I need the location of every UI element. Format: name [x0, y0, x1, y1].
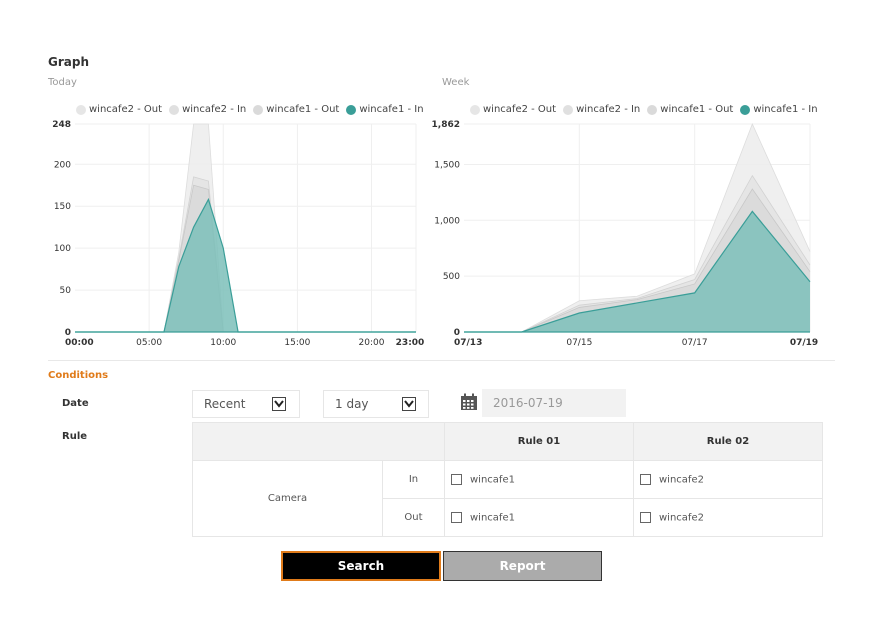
x-tick-label: 07/15: [566, 338, 592, 348]
checkbox-label: wincafe1: [470, 512, 515, 524]
camera-label: Camera: [192, 460, 383, 537]
table-row: Camera In wincafe1 wincafe2: [192, 460, 823, 537]
legend-item-wincafe2-in[interactable]: wincafe2 - In: [563, 104, 640, 115]
legend-label: wincafe2 - Out: [483, 104, 557, 115]
range-select-value: 1 day: [335, 397, 369, 411]
rule01-in-cell[interactable]: wincafe1: [444, 460, 634, 499]
today-chart-label: Today: [48, 77, 77, 88]
today-legend: wincafe2 - Out wincafe2 - In wincafe1 - …: [76, 104, 424, 115]
series-area-wincafe1-in: [75, 199, 416, 332]
y-tick-label: 200: [54, 160, 71, 170]
graph-section-title: Graph: [48, 55, 89, 69]
legend-item-wincafe2-in[interactable]: wincafe2 - In: [169, 104, 246, 115]
y-tick-label: 0: [454, 328, 460, 338]
week-legend: wincafe2 - Out wincafe2 - In wincafe1 - …: [470, 104, 818, 115]
y-tick-label: 150: [54, 202, 71, 212]
rule01-out-checkbox[interactable]: [451, 511, 462, 523]
date-label: Date: [62, 398, 89, 409]
week-chart-label: Week: [442, 77, 470, 88]
series-line: [75, 197, 416, 333]
series-area-wincafe2-out: [75, 124, 416, 332]
legend-swatch: [740, 104, 751, 115]
legend-label: wincafe1 - In: [359, 104, 424, 115]
direction-out-label: Out: [382, 498, 445, 537]
table-header-empty: [192, 422, 445, 461]
legend-item-wincafe1-in[interactable]: wincafe1 - In: [346, 104, 424, 115]
range-select[interactable]: 1 day: [323, 390, 429, 418]
rule-label: Rule: [62, 431, 88, 442]
conditions-title: Conditions: [48, 370, 109, 381]
rule-01-header: Rule 01: [444, 422, 634, 461]
y-tick-label: 0: [65, 328, 71, 338]
today-area-chart: 0 50 100 150 200 248 00:00 05:00 10:00 15:00 20:00…: [52, 120, 425, 348]
legend-swatch: [169, 104, 180, 115]
x-tick-label: 10:00: [210, 338, 236, 348]
series-line: [75, 184, 416, 333]
rule02-in-cell[interactable]: wincafe2: [633, 460, 823, 499]
x-tick-label: 15:00: [284, 338, 310, 348]
y-tick-label: 50: [60, 286, 72, 296]
y-tick-label: 248: [52, 120, 71, 130]
period-select[interactable]: Recent: [192, 390, 300, 418]
series-area-wincafe2-in: [75, 176, 416, 332]
legend-swatch: [76, 104, 86, 115]
checkbox-label: wincafe2: [659, 474, 704, 486]
rule01-out-cell[interactable]: wincafe1: [444, 498, 634, 537]
rules-table: Rule 01 Rule 02 Camera In wincafe1 winca…: [192, 422, 823, 537]
legend-label: wincafe2 - Out: [89, 104, 163, 115]
legend-item-wincafe2-out[interactable]: wincafe2 - Out: [76, 104, 162, 115]
y-tick-label: 1,500: [434, 160, 460, 170]
y-tick-label: 1,862: [432, 120, 460, 130]
x-tick-label: 23:00: [396, 338, 425, 348]
y-tick-label: 1,000: [434, 216, 460, 226]
legend-item-wincafe2-out[interactable]: wincafe2 - Out: [470, 104, 556, 115]
period-select-value: Recent: [204, 397, 246, 411]
search-button[interactable]: Search: [281, 551, 441, 581]
checkbox-label: wincafe1: [470, 474, 515, 486]
rule01-in-checkbox[interactable]: [451, 473, 462, 485]
rule02-out-cell[interactable]: wincafe2: [633, 498, 823, 537]
legend-label: wincafe1 - Out: [266, 104, 340, 115]
legend-swatch: [253, 104, 264, 115]
legend-label: wincafe2 - In: [576, 104, 641, 115]
x-tick-label: 07/19: [790, 338, 818, 348]
date-input[interactable]: 2016-07-19: [482, 389, 626, 417]
rule-02-header: Rule 02: [633, 422, 823, 461]
week-area-chart: 0 500 1,000 1,500 1,862 07/13 07/15 07/17 07/19: [432, 120, 819, 348]
y-tick-label: 500: [443, 272, 460, 282]
direction-in-label: In: [382, 460, 445, 499]
chevron-down-icon[interactable]: [402, 397, 416, 411]
series-area-wincafe1-out: [75, 185, 416, 332]
x-tick-label: 07/13: [454, 338, 482, 348]
rule02-in-checkbox[interactable]: [640, 473, 651, 485]
legend-swatch: [563, 104, 574, 115]
x-tick-label: 05:00: [136, 338, 162, 348]
legend-item-wincafe1-in[interactable]: wincafe1 - In: [740, 104, 818, 115]
legend-label: wincafe1 - In: [753, 104, 818, 115]
legend-label: wincafe1 - Out: [660, 104, 734, 115]
x-tick-label: 00:00: [65, 338, 94, 348]
report-button[interactable]: Report: [443, 551, 602, 581]
chevron-down-icon[interactable]: [272, 397, 286, 411]
legend-item-wincafe1-out[interactable]: wincafe1 - Out: [647, 104, 733, 115]
legend-swatch: [470, 104, 480, 115]
x-tick-label: 20:00: [359, 338, 385, 348]
series-line: [75, 176, 416, 333]
x-tick-label: 07/17: [682, 338, 708, 348]
series-line: [75, 123, 416, 333]
legend-label: wincafe2 - In: [182, 104, 247, 115]
checkbox-label: wincafe2: [659, 512, 704, 524]
legend-swatch: [346, 104, 357, 115]
section-divider: [48, 360, 835, 361]
rule02-out-checkbox[interactable]: [640, 511, 651, 523]
y-tick-label: 100: [54, 244, 71, 254]
legend-swatch: [647, 104, 658, 115]
calendar-icon[interactable]: [460, 393, 478, 411]
series-area-wincafe1-in: [464, 211, 810, 332]
legend-item-wincafe1-out[interactable]: wincafe1 - Out: [253, 104, 339, 115]
